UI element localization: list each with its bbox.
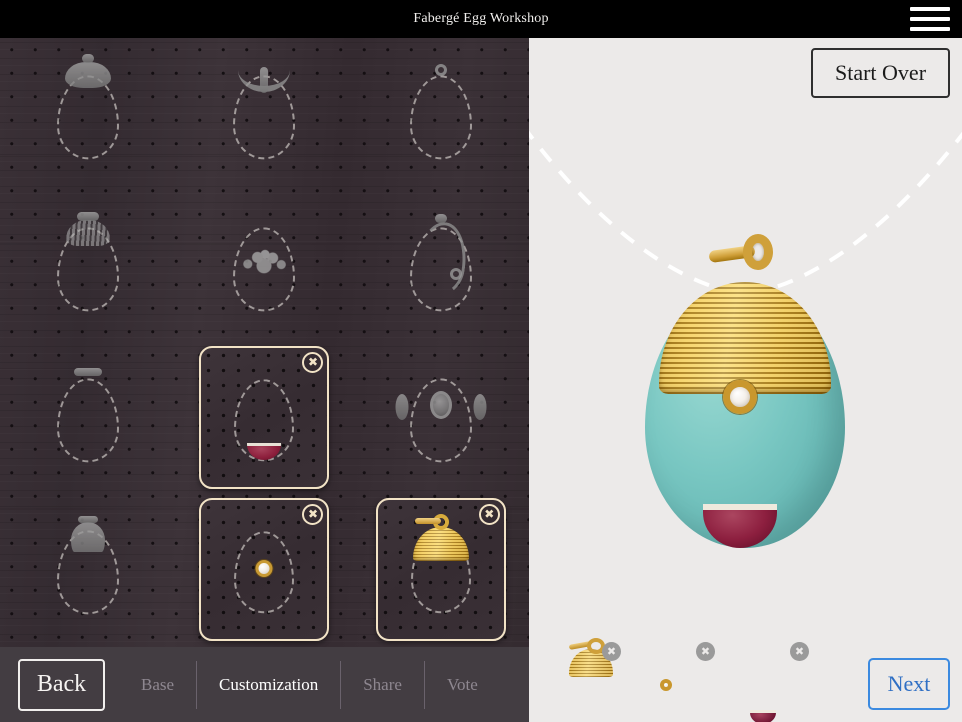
preview-panel: Start Over ✖ ✖ ✖ Next bbox=[529, 38, 962, 722]
ornament-tile[interactable] bbox=[0, 190, 176, 342]
step-base[interactable]: Base bbox=[119, 661, 196, 709]
ornament-tile-selected[interactable]: ✖ bbox=[353, 493, 529, 645]
hamburger-bar bbox=[910, 7, 950, 11]
step-vote[interactable]: Vote bbox=[425, 661, 500, 709]
floral-spray-icon bbox=[237, 246, 292, 277]
start-over-button[interactable]: Start Over bbox=[811, 48, 950, 98]
hamburger-menu-icon[interactable] bbox=[908, 4, 952, 34]
ornament-tile-selected[interactable]: ✖ bbox=[176, 493, 352, 645]
step-customization[interactable]: Customization bbox=[197, 661, 340, 709]
hamburger-bar bbox=[910, 17, 950, 21]
ornament-tile-selected[interactable]: ✖ bbox=[176, 342, 352, 494]
cross-bar-icon bbox=[77, 212, 100, 222]
selected-parts-tray: ✖ ✖ ✖ Next bbox=[529, 627, 962, 722]
oval-boss-icon bbox=[429, 390, 452, 419]
pearl-cabochon bbox=[722, 380, 757, 414]
plain-bar-icon bbox=[74, 367, 103, 376]
hamburger-bar bbox=[910, 27, 950, 31]
app-header: Fabergé Egg Workshop bbox=[0, 0, 962, 38]
app-root: Fabergé Egg Workshop ✖ ✖ ✖ Back Base Cus… bbox=[0, 0, 962, 722]
remove-part-badge-pearl[interactable]: ✖ bbox=[696, 642, 715, 661]
workbench-panel: ✖ ✖ ✖ Back Base Customization Share Vote bbox=[0, 38, 529, 722]
egg-pendant-preview bbox=[631, 228, 861, 558]
remove-ornament-badge[interactable]: ✖ bbox=[302, 351, 324, 373]
page-title: Fabergé Egg Workshop bbox=[413, 11, 549, 26]
remove-ornament-badge[interactable]: ✖ bbox=[302, 503, 324, 525]
twin-petal-icon bbox=[71, 521, 106, 552]
ornament-tile[interactable] bbox=[0, 38, 176, 190]
pearl-cabochon-icon bbox=[255, 559, 273, 577]
step-list: Base Customization Share Vote bbox=[119, 659, 500, 711]
ruby-cabochon-icon bbox=[750, 710, 776, 722]
ornament-tile[interactable] bbox=[176, 190, 352, 342]
next-button[interactable]: Next bbox=[868, 658, 950, 710]
ornament-tile[interactable] bbox=[176, 38, 352, 190]
ornament-tile[interactable] bbox=[0, 342, 176, 494]
knob-icon bbox=[434, 214, 447, 224]
remove-ornament-badge[interactable]: ✖ bbox=[478, 503, 500, 525]
knob-icon bbox=[82, 54, 95, 64]
step-share[interactable]: Share bbox=[341, 661, 424, 709]
bottom-navigation-bar: Back Base Customization Share Vote bbox=[0, 647, 529, 722]
ornament-tile[interactable] bbox=[353, 190, 529, 342]
gold-ribbed-dome-cap bbox=[658, 282, 831, 394]
egg-outline bbox=[409, 75, 472, 160]
remove-part-badge-dome[interactable]: ✖ bbox=[602, 642, 621, 661]
small-loop-icon bbox=[434, 64, 447, 77]
remove-part-badge-ruby[interactable]: ✖ bbox=[790, 642, 809, 661]
drop-icon bbox=[260, 67, 269, 94]
gold-bar-icon bbox=[415, 517, 442, 524]
fan-cap-icon bbox=[66, 220, 111, 247]
ornament-tile-grid: ✖ ✖ ✖ bbox=[0, 38, 529, 645]
side-clasp-left-icon bbox=[395, 393, 409, 420]
ornament-tile[interactable] bbox=[0, 493, 176, 645]
egg-outline bbox=[57, 378, 120, 463]
tray-item-ruby[interactable] bbox=[750, 710, 776, 722]
pearl-cabochon-icon bbox=[660, 679, 672, 691]
knob-icon bbox=[78, 515, 99, 523]
gold-bail-ring bbox=[742, 234, 773, 270]
back-button[interactable]: Back bbox=[18, 658, 105, 711]
ornament-tile[interactable] bbox=[353, 38, 529, 190]
gold-ribbed-dome-icon bbox=[412, 526, 469, 561]
side-clasp-right-icon bbox=[473, 393, 487, 420]
petal-crown-icon bbox=[65, 62, 112, 89]
tray-item-pearl[interactable] bbox=[660, 679, 672, 691]
scroll-curl-icon bbox=[450, 268, 463, 281]
ornament-tile[interactable] bbox=[353, 342, 529, 494]
